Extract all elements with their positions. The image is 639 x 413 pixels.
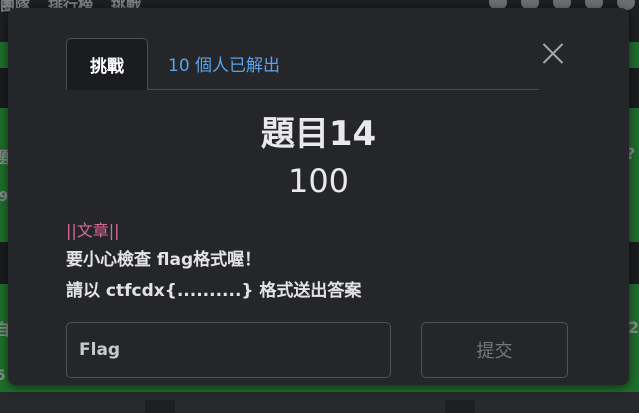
challenge-category: ||文章||	[66, 221, 120, 240]
challenge-description-line: 要小心檢查 flag格式喔！	[66, 250, 262, 270]
tab-solves[interactable]: 10 個人已解出	[156, 38, 306, 89]
background-block	[445, 400, 475, 413]
challenge-title: 題目14	[260, 114, 377, 154]
tab-challenge[interactable]: 挑戰	[66, 38, 148, 90]
background-edge-text: 5	[0, 368, 6, 384]
challenge-value: 100	[287, 162, 350, 200]
submit-button[interactable]: 提交	[421, 322, 568, 378]
background-edge-text: 2	[628, 318, 639, 337]
challenge-description-line: 請以 ctfcdx{..........} 格式送出答案	[66, 281, 362, 301]
background-block	[145, 400, 175, 413]
close-icon[interactable]	[538, 38, 568, 68]
background-edge-text: 69	[0, 190, 9, 205]
challenge-modal: 挑戰 10 個人已解出 題目14 100 ||文章|| 要小心檢查 flag格式…	[8, 8, 629, 385]
modal-tabs: 挑戰 10 個人已解出	[66, 38, 539, 90]
background-band	[0, 392, 639, 413]
flag-input[interactable]	[66, 322, 391, 378]
